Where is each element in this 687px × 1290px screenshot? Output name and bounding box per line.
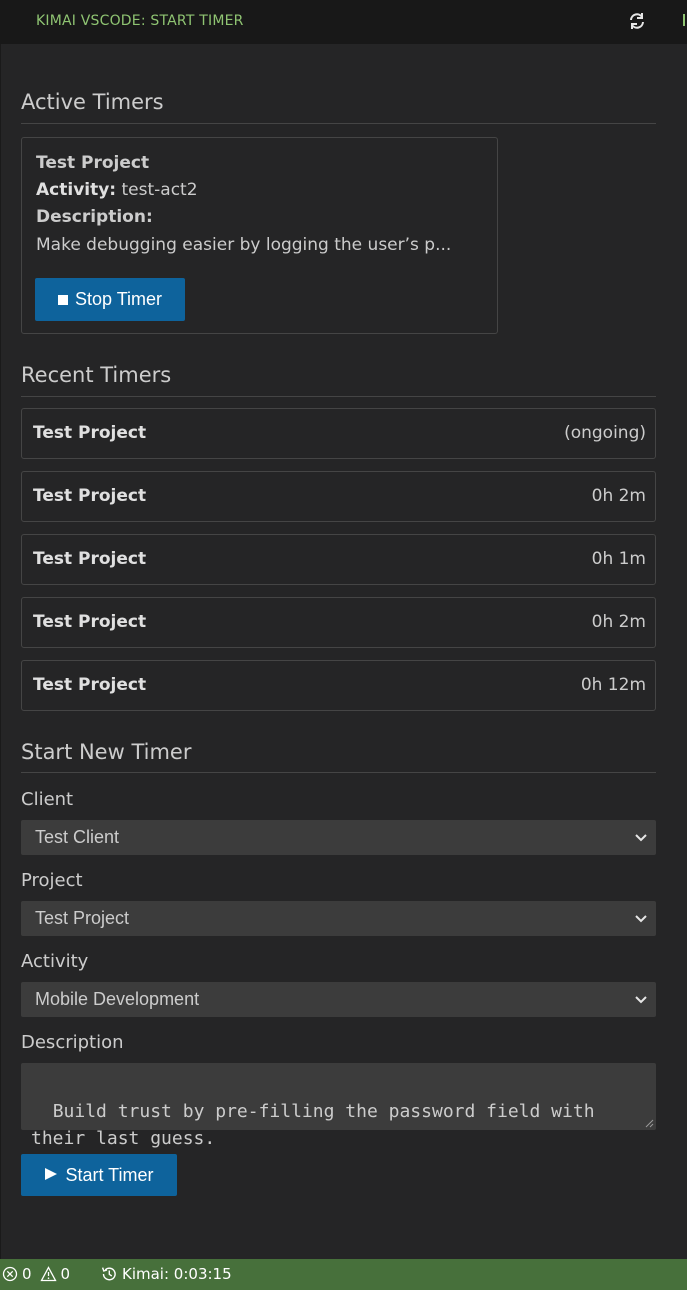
activity-value: test-act2 bbox=[121, 180, 198, 200]
project-label: Project bbox=[21, 870, 83, 891]
recent-timer-item[interactable]: Test Project 0h 2m bbox=[21, 471, 656, 522]
description-value: Make debugging easier by logging the use… bbox=[36, 235, 452, 255]
error-icon bbox=[2, 1266, 18, 1282]
start-new-timer-heading: Start New Timer bbox=[21, 740, 192, 764]
panel-title: KIMAI VSCODE: START TIMER bbox=[36, 13, 244, 29]
project-selected-value: Test Project bbox=[35, 908, 130, 928]
stop-timer-label: Stop Timer bbox=[74, 289, 163, 309]
recent-timer-project: Test Project bbox=[33, 486, 147, 506]
recent-timer-duration: (ongoing) bbox=[564, 423, 646, 443]
recent-timer-duration: 0h 2m bbox=[591, 612, 646, 632]
project-select[interactable]: Test Project bbox=[21, 901, 656, 936]
history-icon bbox=[101, 1267, 116, 1281]
section-divider bbox=[21, 772, 656, 773]
recent-timer-item[interactable]: Test Project 0h 12m bbox=[21, 660, 656, 711]
recent-timer-project: Test Project bbox=[33, 675, 147, 695]
play-icon bbox=[44, 1165, 58, 1186]
panel-title-bar: KIMAI VSCODE: START TIMER bbox=[0, 0, 687, 46]
problems-indicator[interactable]: 0 0 bbox=[2, 1265, 70, 1283]
activity-label: Activity: bbox=[36, 180, 117, 200]
description-field-label: Description bbox=[21, 1032, 124, 1053]
chevron-down-icon bbox=[635, 915, 647, 923]
description-label: Description: bbox=[36, 207, 153, 227]
activity-select[interactable]: Mobile Development bbox=[21, 982, 656, 1017]
client-selected-value: Test Client bbox=[35, 827, 120, 847]
description-textarea[interactable]: Build trust by pre-filling the password … bbox=[21, 1063, 656, 1149]
warning-count: 0 bbox=[60, 1265, 71, 1283]
section-divider bbox=[21, 123, 656, 124]
start-timer-button[interactable]: Start Timer bbox=[21, 1154, 177, 1196]
recent-timer-item[interactable]: Test Project 0h 2m bbox=[21, 597, 656, 648]
client-select[interactable]: Test Client bbox=[21, 820, 656, 855]
chevron-down-icon bbox=[635, 996, 647, 1004]
activity-selected-value: Mobile Development bbox=[35, 989, 200, 1009]
recent-timer-item[interactable]: Test Project 0h 1m bbox=[21, 534, 656, 585]
recent-timer-project: Test Project bbox=[33, 612, 147, 632]
active-timers-heading: Active Timers bbox=[21, 90, 164, 114]
stop-icon bbox=[57, 289, 68, 310]
tab-indicator bbox=[683, 14, 685, 26]
recent-timer-duration: 0h 1m bbox=[591, 549, 646, 569]
start-timer-label: Start Timer bbox=[65, 1164, 154, 1185]
client-label: Client bbox=[21, 789, 74, 810]
recent-timers-heading: Recent Timers bbox=[21, 363, 172, 387]
active-timer-card: Test Project Activity: test-act2 Descrip… bbox=[21, 137, 498, 334]
refresh-icon[interactable] bbox=[624, 8, 650, 34]
recent-timer-duration: 0h 12m bbox=[580, 675, 646, 695]
section-divider bbox=[21, 396, 656, 397]
stop-timer-button[interactable]: Stop Timer bbox=[35, 278, 185, 321]
recent-timer-item[interactable]: Test Project (ongoing) bbox=[21, 408, 656, 459]
status-bar: 0 0 Kimai: 0:03:15 bbox=[0, 1259, 687, 1290]
active-timer-project: Test Project bbox=[36, 153, 150, 173]
kimai-timer-readout: Kimai: 0:03:15 bbox=[122, 1265, 232, 1283]
warning-icon bbox=[39, 1266, 57, 1282]
recent-timer-duration: 0h 2m bbox=[591, 486, 646, 506]
resize-grip-icon[interactable] bbox=[645, 1119, 654, 1128]
kimai-status-item[interactable]: Kimai: 0:03:15 bbox=[100, 1265, 232, 1283]
recent-timer-project: Test Project bbox=[33, 423, 147, 443]
recent-timer-project: Test Project bbox=[33, 549, 147, 569]
chevron-down-icon bbox=[635, 834, 647, 842]
error-count: 0 bbox=[22, 1265, 32, 1283]
activity-label: Activity bbox=[21, 951, 89, 972]
active-timer-activity: Activity: test-act2 bbox=[36, 180, 198, 200]
